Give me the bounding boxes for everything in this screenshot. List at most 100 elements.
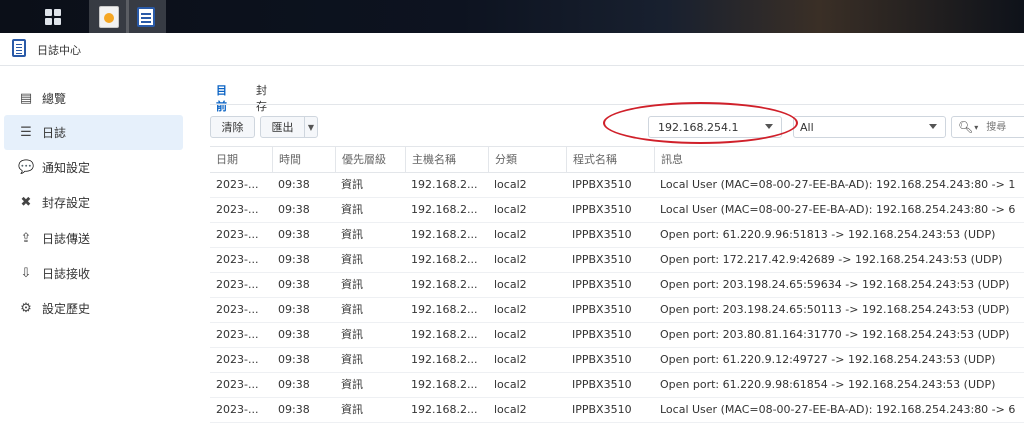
cell-date: 2023-... bbox=[216, 178, 259, 191]
sidebar-item-logs[interactable]: ☰ 日誌 bbox=[4, 115, 183, 150]
cell-time: 09:38 bbox=[278, 303, 310, 316]
cell-message: Local User (MAC=08-00-27-EE-BA-AD): 192.… bbox=[660, 403, 1016, 416]
sidebar-item-notification-settings[interactable]: 💬 通知設定 bbox=[4, 150, 183, 185]
tab-divider bbox=[210, 104, 1024, 105]
table-body: 2023-... 09:38 資訊 192.168.2... local2 IPPBX35… bbox=[210, 173, 1024, 423]
cell-priority: 資訊 bbox=[341, 203, 363, 216]
cell-time: 09:38 bbox=[278, 353, 310, 366]
cell-program: IPPBX3510 bbox=[572, 328, 632, 341]
cell-program: IPPBX3510 bbox=[572, 253, 632, 266]
cell-priority: 資訊 bbox=[341, 278, 363, 291]
cell-category: local2 bbox=[494, 253, 527, 266]
cell-message: Open port: 203.198.24.65:50113 -> 192.16… bbox=[660, 303, 1010, 316]
cell-message: Open port: 61.220.9.98:61854 -> 192.168.… bbox=[660, 378, 996, 391]
column-header-priority[interactable]: 優先層級 bbox=[335, 147, 405, 172]
column-header-program[interactable]: 程式名稱 bbox=[566, 147, 654, 172]
cell-priority: 資訊 bbox=[341, 253, 363, 266]
cell-category: local2 bbox=[494, 378, 527, 391]
cell-category: local2 bbox=[494, 403, 527, 416]
sidebar-item-label: 日誌接收 bbox=[42, 267, 91, 281]
sidebar-item-archive-settings[interactable]: ✖ 封存設定 bbox=[4, 185, 183, 220]
export-dropdown-button[interactable]: ▼ bbox=[304, 116, 318, 138]
table-row[interactable]: 2023-... 09:38 資訊 192.168.2... local2 IPPBX35… bbox=[210, 323, 1024, 348]
main-menu-button[interactable] bbox=[33, 0, 73, 33]
table-row[interactable]: 2023-... 09:38 資訊 192.168.2... local2 IPPBX35… bbox=[210, 198, 1024, 223]
cell-program: IPPBX3510 bbox=[572, 228, 632, 241]
cell-time: 09:38 bbox=[278, 178, 310, 191]
export-button[interactable]: 匯出 bbox=[260, 116, 305, 138]
sidebar-item-settings-history[interactable]: ⚙ 設定歷史 bbox=[4, 291, 183, 326]
column-header-date[interactable]: 日期 bbox=[210, 147, 272, 172]
level-filter-select[interactable]: All bbox=[793, 116, 946, 138]
table-row[interactable]: 2023-... 09:38 資訊 192.168.2... local2 IPPBX35… bbox=[210, 348, 1024, 373]
apps-grid-icon bbox=[45, 8, 61, 25]
chevron-down-icon bbox=[929, 124, 937, 129]
cell-category: local2 bbox=[494, 203, 527, 216]
sidebar-item-log-receiving[interactable]: ⇩ 日誌接收 bbox=[4, 256, 183, 291]
cell-message: Open port: 61.220.9.12:49727 -> 192.168.… bbox=[660, 353, 996, 366]
cell-category: local2 bbox=[494, 278, 527, 291]
sidebar-item-overview[interactable]: ▤ 總覽 bbox=[4, 81, 183, 116]
sidebar-item-label: 封存設定 bbox=[42, 196, 91, 210]
search-box[interactable]: 🔍︎ ▾ bbox=[951, 116, 1024, 138]
cell-priority: 資訊 bbox=[341, 353, 363, 366]
chevron-down-icon: ▼ bbox=[307, 122, 315, 132]
cell-program: IPPBX3510 bbox=[572, 278, 632, 291]
cell-category: local2 bbox=[494, 353, 527, 366]
table-row[interactable]: 2023-... 09:38 資訊 192.168.2... local2 IPPBX35… bbox=[210, 398, 1024, 423]
cell-program: IPPBX3510 bbox=[572, 178, 632, 191]
column-header-category[interactable]: 分類 bbox=[488, 147, 566, 172]
cell-date: 2023-... bbox=[216, 378, 259, 391]
cell-date: 2023-... bbox=[216, 253, 259, 266]
log-center-icon bbox=[12, 39, 26, 57]
chevron-down-icon[interactable]: ▾ bbox=[974, 123, 978, 132]
cell-message: Open port: 61.220.9.96:51813 -> 192.168.… bbox=[660, 228, 996, 241]
table-row[interactable]: 2023-... 09:38 資訊 192.168.2... local2 IPPBX35… bbox=[210, 298, 1024, 323]
cell-date: 2023-... bbox=[216, 228, 259, 241]
table-row[interactable]: 2023-... 09:38 資訊 192.168.2... local2 IPPBX35… bbox=[210, 373, 1024, 398]
search-input[interactable] bbox=[984, 120, 1024, 134]
search-icon[interactable]: 🔍︎ bbox=[958, 120, 973, 134]
cell-category: local2 bbox=[494, 303, 527, 316]
clear-button[interactable]: 清除 bbox=[210, 116, 255, 138]
cell-time: 09:38 bbox=[278, 403, 310, 416]
cell-host: 192.168.2... bbox=[411, 378, 478, 391]
table-row[interactable]: 2023-... 09:38 資訊 192.168.2... local2 IPPBX35… bbox=[210, 273, 1024, 298]
taskbar-app-button[interactable] bbox=[89, 0, 129, 33]
cell-time: 09:38 bbox=[278, 278, 310, 291]
sidebar-item-log-sending[interactable]: ⇪ 日誌傳送 bbox=[4, 221, 183, 256]
cell-host: 192.168.2... bbox=[411, 253, 478, 266]
cell-time: 09:38 bbox=[278, 253, 310, 266]
table-row[interactable]: 2023-... 09:38 資訊 192.168.2... local2 IPPBX35… bbox=[210, 223, 1024, 248]
table-row[interactable]: 2023-... 09:38 資訊 192.168.2... local2 IPPBX35… bbox=[210, 173, 1024, 198]
sidebar-item-label: 通知設定 bbox=[42, 161, 91, 175]
cell-date: 2023-... bbox=[216, 353, 259, 366]
table-row[interactable]: 2023-... 09:38 資訊 192.168.2... local2 IPPBX35… bbox=[210, 248, 1024, 273]
cell-priority: 資訊 bbox=[341, 178, 363, 191]
cell-priority: 資訊 bbox=[341, 378, 363, 391]
column-header-host[interactable]: 主機名稱 bbox=[405, 147, 488, 172]
window-title: 日誌中心 bbox=[37, 44, 81, 57]
cell-date: 2023-... bbox=[216, 203, 259, 216]
cell-priority: 資訊 bbox=[341, 328, 363, 341]
cell-time: 09:38 bbox=[278, 328, 310, 341]
cell-message: Local User (MAC=08-00-27-EE-BA-AD): 192.… bbox=[660, 203, 1016, 216]
cell-host: 192.168.2... bbox=[411, 403, 478, 416]
cell-host: 192.168.2... bbox=[411, 328, 478, 341]
cell-time: 09:38 bbox=[278, 203, 310, 216]
cell-date: 2023-... bbox=[216, 403, 259, 416]
taskbar-log-center-button[interactable] bbox=[126, 0, 166, 33]
download-icon: ⇩ bbox=[20, 266, 32, 281]
chevron-down-icon bbox=[765, 124, 773, 129]
sidebar-item-label: 日誌 bbox=[42, 126, 67, 140]
column-header-time[interactable]: 時間 bbox=[272, 147, 335, 172]
host-filter-select[interactable]: 192.168.254.1 bbox=[648, 116, 782, 138]
cell-priority: 資訊 bbox=[341, 403, 363, 416]
cell-message: Open port: 172.217.42.9:42689 -> 192.168… bbox=[660, 253, 1003, 266]
cell-program: IPPBX3510 bbox=[572, 378, 632, 391]
cell-host: 192.168.2... bbox=[411, 203, 478, 216]
cell-category: local2 bbox=[494, 228, 527, 241]
tab-archive[interactable]: 封存 bbox=[256, 82, 267, 120]
chat-icon: 💬 bbox=[18, 160, 35, 175]
column-header-message[interactable]: 訊息 bbox=[654, 147, 1024, 172]
